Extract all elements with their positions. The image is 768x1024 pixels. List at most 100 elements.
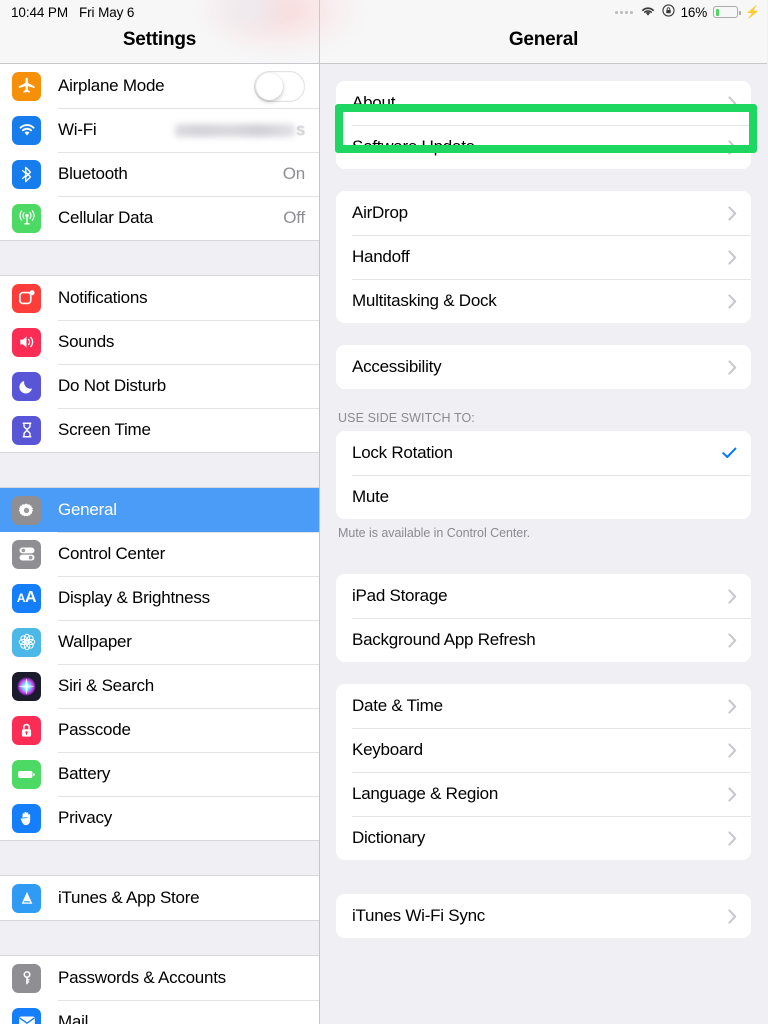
sidebar-item-passwords-accounts[interactable]: Passwords & Accounts [0, 956, 319, 1000]
group-header: USE SIDE SWITCH TO: [338, 411, 475, 425]
detail-row-label: Multitasking & Dock [352, 291, 497, 310]
detail-row-date-time[interactable]: Date & Time [336, 684, 751, 728]
sidebar-item-do-not-disturb[interactable]: Do Not Disturb [0, 364, 319, 408]
detail-row-software-update[interactable]: Software Update [336, 125, 751, 169]
siri-icon [12, 671, 41, 701]
detail-row-label: iPad Storage [352, 586, 448, 605]
detail-row-mute[interactable]: Mute [336, 475, 751, 519]
settings-group: iTunes Wi-Fi Sync [336, 894, 751, 938]
sidebar-item-wi-fi[interactable]: Wi-Fi s [0, 108, 319, 152]
sidebar-item-value: s [296, 120, 306, 139]
sidebar-item-display-brightness[interactable]: AA Display & Brightness [0, 576, 319, 620]
airplane-mode-toggle[interactable] [254, 70, 305, 102]
battery-icon [12, 759, 41, 789]
sidebar-item-cellular-data[interactable]: Cellular Data Off [0, 196, 319, 240]
sidebar-list[interactable]: Airplane Mode Wi-Fi s Bluetooth On Cellular D… [0, 64, 319, 1024]
detail-header: General [320, 0, 767, 64]
detail-row-airdrop[interactable]: AirDrop [336, 191, 751, 235]
sidebar-item-general[interactable]: General [0, 488, 319, 532]
app-store-icon [12, 883, 41, 913]
chevron-right-icon [728, 293, 737, 309]
settings-group: AirDrop Handoff Multitasking & Dock [336, 191, 751, 323]
wifi-icon [12, 115, 41, 145]
detail-row-keyboard[interactable]: Keyboard [336, 728, 751, 772]
chevron-right-icon [728, 742, 737, 758]
sidebar-group-separator [0, 240, 319, 276]
sidebar-item-label: Notifications [58, 288, 148, 307]
sidebar-item-value: Off [283, 208, 305, 227]
settings-group: Accessibility [336, 345, 751, 389]
sidebar-item-wallpaper[interactable]: Wallpaper [0, 620, 319, 664]
sidebar-item-label: Screen Time [58, 420, 151, 439]
chevron-right-icon [728, 632, 737, 648]
moon-icon [12, 371, 41, 401]
detail-row-label: Handoff [352, 247, 410, 266]
hand-privacy-icon [12, 803, 41, 833]
key-icon [12, 963, 41, 993]
lock-icon [12, 715, 41, 745]
detail-row-label: iTunes Wi-Fi Sync [352, 906, 486, 925]
chevron-right-icon [728, 205, 737, 221]
detail-row-itunes-wi-fi-sync[interactable]: iTunes Wi-Fi Sync [336, 894, 751, 938]
redaction-blur [174, 123, 295, 137]
sidebar-item-privacy[interactable]: Privacy [0, 796, 319, 840]
chevron-right-icon [728, 139, 737, 155]
checkmark-icon [722, 445, 737, 462]
sidebar-item-label: iTunes & App Store [58, 888, 200, 907]
detail-row-lock-rotation[interactable]: Lock Rotation [336, 431, 751, 475]
settings-sidebar: Settings Airplane Mode Wi-Fi s Bluetooth On C… [0, 0, 320, 1024]
sidebar-item-itunes-app-store[interactable]: iTunes & App Store [0, 876, 319, 920]
sidebar-header: Settings [0, 0, 319, 64]
detail-row-label: Language & Region [352, 784, 499, 803]
detail-row-multitasking-dock[interactable]: Multitasking & Dock [336, 279, 751, 323]
detail-row-label: AirDrop [352, 203, 408, 222]
speaker-icon [12, 327, 41, 357]
control-center-icon [12, 539, 41, 569]
sidebar-item-battery[interactable]: Battery [0, 752, 319, 796]
sidebar-group-separator [0, 920, 319, 956]
detail-row-label: About [352, 93, 396, 112]
sidebar-item-label: Do Not Disturb [58, 376, 166, 395]
detail-row-accessibility[interactable]: Accessibility [336, 345, 751, 389]
sidebar-item-label: Airplane Mode [58, 76, 165, 95]
sidebar-item-label: General [58, 500, 117, 519]
sidebar-item-siri-search[interactable]: Siri & Search [0, 664, 319, 708]
settings-group: Date & Time Keyboard Language & Region Dict… [336, 684, 751, 860]
sidebar-item-notifications[interactable]: Notifications [0, 276, 319, 320]
sidebar-item-mail[interactable]: Mail [0, 1000, 319, 1024]
sidebar-item-passcode[interactable]: Passcode [0, 708, 319, 752]
chevron-right-icon [728, 698, 737, 714]
sidebar-item-label: Bluetooth [58, 164, 128, 183]
detail-row-ipad-storage[interactable]: iPad Storage [336, 574, 751, 618]
detail-row-about[interactable]: About [336, 81, 751, 125]
sidebar-item-control-center[interactable]: Control Center [0, 532, 319, 576]
general-detail-panel: General About Software Update AirDrop Hando… [320, 0, 767, 1024]
mail-icon [12, 1007, 41, 1024]
detail-row-background-app-refresh[interactable]: Background App Refresh [336, 618, 751, 662]
sidebar-item-airplane-mode[interactable]: Airplane Mode [0, 64, 319, 108]
settings-group: Lock Rotation Mute [336, 431, 751, 519]
detail-row-dictionary[interactable]: Dictionary [336, 816, 751, 860]
detail-row-label: Lock Rotation [352, 443, 453, 462]
sidebar-item-sounds[interactable]: Sounds [0, 320, 319, 364]
settings-group: iPad Storage Background App Refresh [336, 574, 751, 662]
sidebar-item-label: Cellular Data [58, 208, 154, 227]
sidebar-item-value: On [282, 164, 305, 183]
detail-row-language-region[interactable]: Language & Region [336, 772, 751, 816]
settings-group: About Software Update [336, 81, 751, 169]
detail-row-handoff[interactable]: Handoff [336, 235, 751, 279]
detail-row-label: Software Update [352, 137, 475, 156]
sidebar-item-screen-time[interactable]: Screen Time [0, 408, 319, 452]
detail-list[interactable]: About Software Update AirDrop Handoff Multit… [320, 64, 767, 1024]
sidebar-item-label: Wi-Fi [58, 120, 97, 139]
sidebar-item-label: Passcode [58, 720, 131, 739]
sidebar-group-separator [0, 452, 319, 488]
chevron-right-icon [728, 786, 737, 802]
detail-row-label: Date & Time [352, 696, 443, 715]
chevron-right-icon [728, 908, 737, 924]
sidebar-item-bluetooth[interactable]: Bluetooth On [0, 152, 319, 196]
detail-row-label: Mute [352, 487, 389, 506]
sidebar-item-label: Battery [58, 764, 111, 783]
